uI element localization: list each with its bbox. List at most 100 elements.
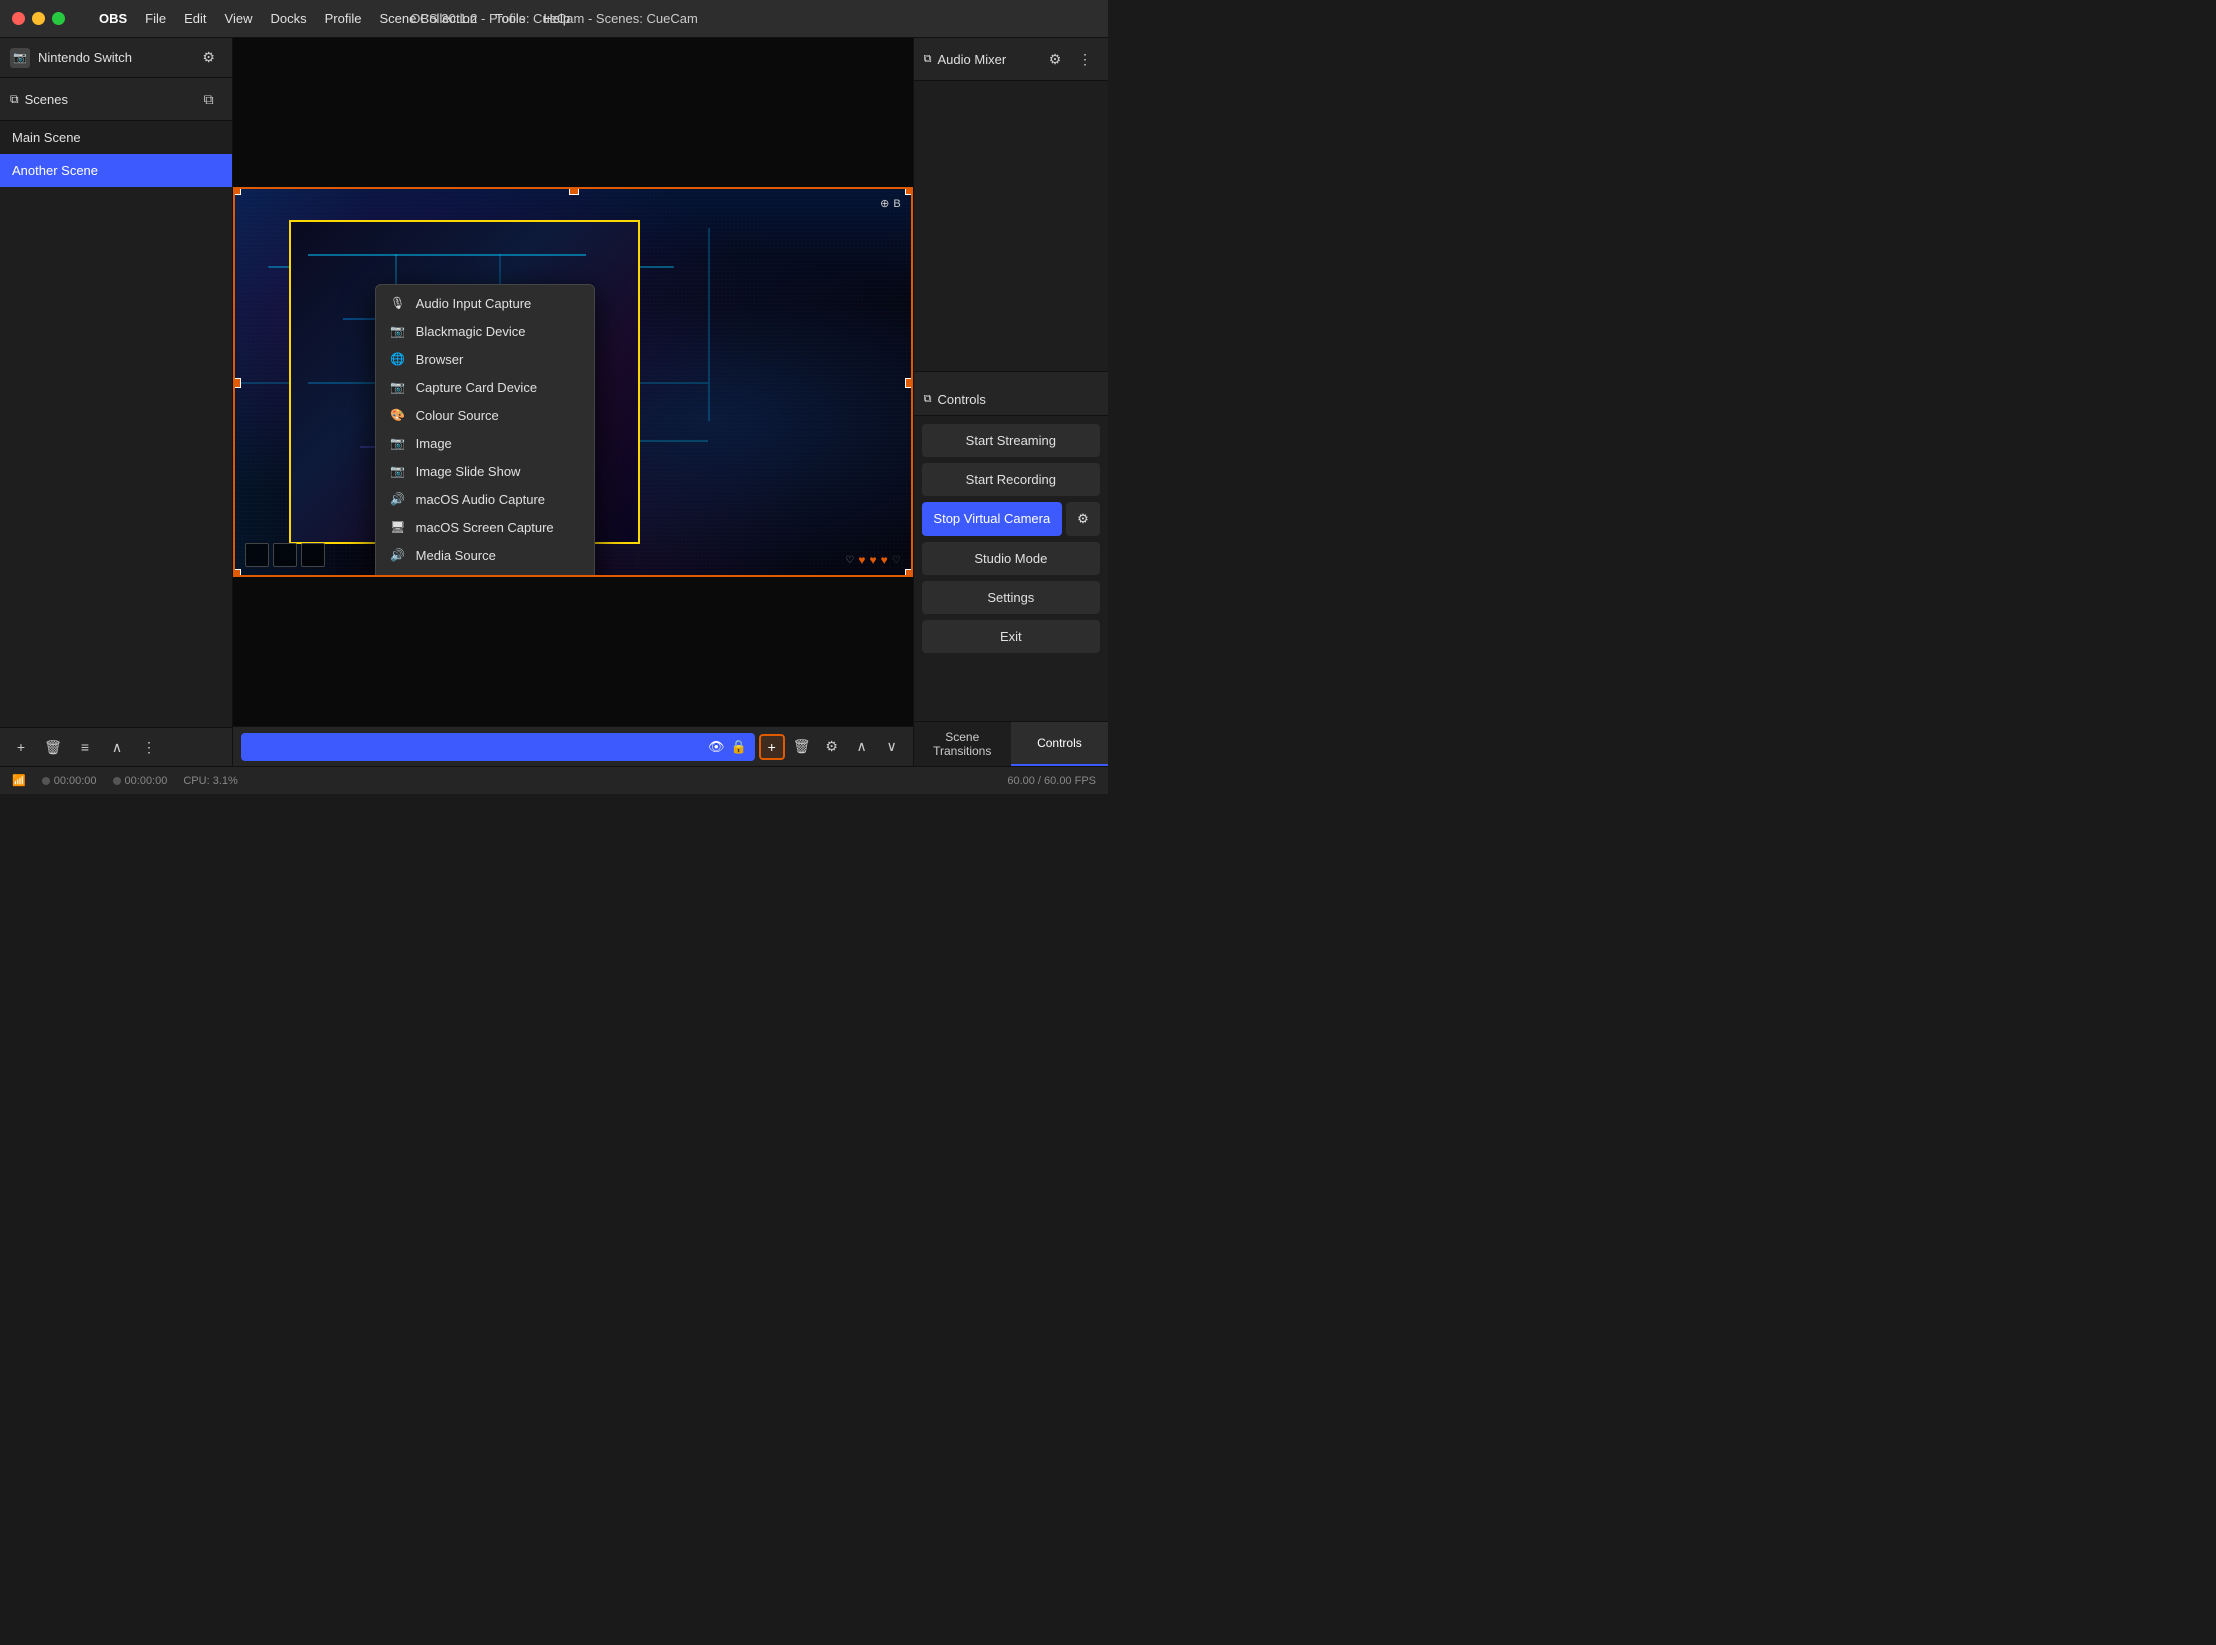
handle-bl[interactable] — [233, 569, 241, 577]
source-name: Nintendo Switch — [38, 50, 132, 65]
scene-transitions-tab[interactable]: Scene Transitions — [914, 722, 1011, 766]
ctx-macos-screen[interactable]: 🖥 macOS Screen Capture — [376, 513, 594, 541]
hud-icon-2 — [273, 543, 297, 567]
studio-mode-button[interactable]: Studio Mode — [922, 542, 1100, 575]
ctx-image[interactable]: 📷 Image — [376, 429, 594, 457]
exit-button[interactable]: Exit — [922, 620, 1100, 653]
handle-br[interactable] — [905, 569, 913, 577]
context-menu: 🎙 Audio Input Capture 📷 Blackmagic Devic… — [375, 284, 595, 577]
heart-1: ♥ — [858, 553, 865, 567]
handle-tr[interactable] — [905, 187, 913, 195]
game-hearts: ♡ ♥ ♥ ♥ ♡ — [845, 553, 900, 567]
virtual-camera-settings-button[interactable]: ⚙ — [1066, 502, 1100, 536]
ctx-colour-source[interactable]: 🎨 Colour Source — [376, 401, 594, 429]
ctx-audio-input-capture[interactable]: 🎙 Audio Input Capture — [376, 289, 594, 317]
more-scene-options-button[interactable]: ⋮ — [136, 734, 162, 760]
lock-icon[interactable]: 🔒 — [730, 739, 746, 755]
game-preview: ♡ ♥ ♥ ♥ ♡ ⊕B — [233, 187, 913, 577]
ctx-label: Blackmagic Device — [416, 324, 526, 339]
image-icon: 📷 — [390, 435, 406, 451]
obs-menu[interactable]: OBS — [99, 11, 127, 26]
move-source-up-button[interactable]: ∧ — [849, 734, 875, 760]
docks-menu[interactable]: Docks — [270, 11, 306, 26]
remove-scene-button[interactable]: 🗑 — [40, 734, 66, 760]
start-streaming-button[interactable]: Start Streaming — [922, 424, 1100, 457]
ctx-browser[interactable]: 🌐 Browser — [376, 345, 594, 373]
minimize-button[interactable] — [32, 12, 45, 25]
heart-3: ♥ — [881, 553, 888, 567]
scenes-label: Scenes — [25, 92, 68, 107]
fps-status: 60.00 / 60.00 FPS — [1007, 775, 1096, 787]
preview-canvas: ♡ ♥ ♥ ♥ ♡ ⊕B — [233, 38, 913, 726]
ctx-media-source[interactable]: 🔊 Media Source — [376, 541, 594, 569]
move-up-scene-button[interactable]: ∧ — [104, 734, 130, 760]
settings-button[interactable]: Settings — [922, 581, 1100, 614]
window-title: OBS 30.1.2 - Profile: CueCam - Scenes: C… — [410, 11, 698, 26]
file-menu[interactable]: File — [145, 11, 166, 26]
capture-icon: 📷 — [390, 379, 406, 395]
controls-tab[interactable]: Controls — [1011, 722, 1108, 766]
hud-icon-3 — [301, 543, 325, 567]
delete-source-button[interactable]: 🗑 — [789, 734, 815, 760]
ctx-capture-card[interactable]: 📷 Capture Card Device — [376, 373, 594, 401]
audio-mixer-icon: ⧉ — [924, 53, 932, 66]
record-time-status: 00:00:00 — [113, 775, 168, 787]
stop-virtual-camera-button[interactable]: Stop Virtual Camera — [922, 502, 1062, 536]
eye-icon[interactable]: 👁 — [708, 739, 725, 755]
add-source-button[interactable]: + — [759, 734, 785, 760]
slideshow-icon: 📷 — [390, 463, 406, 479]
heart-2: ♥ — [869, 553, 876, 567]
ctx-label: Scene — [416, 576, 453, 578]
move-source-down-button[interactable]: ∨ — [879, 734, 905, 760]
ctx-label: Image Slide Show — [416, 464, 521, 479]
edit-menu[interactable]: Edit — [184, 11, 206, 26]
handle-tc[interactable] — [569, 187, 579, 195]
status-bar: 📶 00:00:00 00:00:00 CPU: 3.1% 60.00 / 60… — [0, 766, 1108, 794]
audio-mixer-settings-button[interactable]: ⚙ — [1042, 46, 1068, 72]
source-filter-button[interactable]: ⚙ — [819, 734, 845, 760]
record-dot — [113, 777, 121, 785]
ctx-label: Colour Source — [416, 408, 499, 423]
scenes-copy-button[interactable]: ⧉ — [196, 86, 222, 112]
scene-item-main[interactable]: Main Scene — [0, 121, 232, 154]
ctx-label: Image — [416, 436, 452, 451]
audio-mixer-more-button[interactable]: ⋮ — [1072, 46, 1098, 72]
cpu-label: CPU: 3.1% — [183, 775, 237, 787]
virtual-camera-row: Stop Virtual Camera ⚙ — [922, 502, 1100, 536]
camera-icon: 📷 — [390, 323, 406, 339]
stream-time: 00:00:00 — [54, 775, 97, 787]
source-settings-icon[interactable]: ⚙ — [196, 45, 222, 71]
preview-area: ♡ ♥ ♥ ♥ ♡ ⊕B — [233, 38, 913, 766]
ctx-label: Media Source — [416, 548, 496, 563]
media-icon: 🔊 — [390, 547, 406, 563]
close-button[interactable] — [12, 12, 25, 25]
handle-tl[interactable] — [233, 187, 241, 195]
profile-menu[interactable]: Profile — [325, 11, 362, 26]
ctx-scene[interactable]: ≡ Scene — [376, 569, 594, 577]
controls-footer: Scene Transitions Controls — [914, 721, 1108, 766]
view-menu[interactable]: View — [225, 11, 253, 26]
ctx-macos-audio[interactable]: 🔊 macOS Audio Capture — [376, 485, 594, 513]
start-recording-button[interactable]: Start Recording — [922, 463, 1100, 496]
scenes-footer: + 🗑 ≡ ∧ ⋮ — [0, 727, 232, 766]
filter-scene-button[interactable]: ≡ — [72, 734, 98, 760]
ctx-image-slide-show[interactable]: 📷 Image Slide Show — [376, 457, 594, 485]
scene-item-another[interactable]: Another Scene — [0, 154, 232, 187]
title-bar: OBS File Edit View Docks Profile Scene C… — [0, 0, 1108, 38]
add-scene-button[interactable]: + — [8, 734, 34, 760]
handle-ml[interactable] — [233, 378, 241, 388]
globe-icon: 🌐 — [390, 351, 406, 367]
sources-row: 👁 🔒 + 🗑 ⚙ ∧ ∨ — [233, 726, 913, 766]
signal-icon: 📶 — [12, 774, 26, 787]
traffic-lights — [12, 12, 65, 25]
handle-mr[interactable] — [905, 378, 913, 388]
colour-icon: 🎨 — [390, 407, 406, 423]
content-area: 📷 Nintendo Switch ⚙ ⧉ Scenes ⧉ Main Scen… — [0, 38, 1108, 766]
scenes-copy-icon: ⧉ — [10, 92, 19, 107]
fullscreen-button[interactable] — [52, 12, 65, 25]
stream-time-status: 00:00:00 — [42, 775, 97, 787]
right-panel: ⧉ Audio Mixer ⚙ ⋮ ⧉ Controls Start Strea… — [913, 38, 1108, 766]
cpu-status: CPU: 3.1% — [183, 775, 237, 787]
audio-mixer-body — [914, 81, 1108, 371]
ctx-blackmagic-device[interactable]: 📷 Blackmagic Device — [376, 317, 594, 345]
